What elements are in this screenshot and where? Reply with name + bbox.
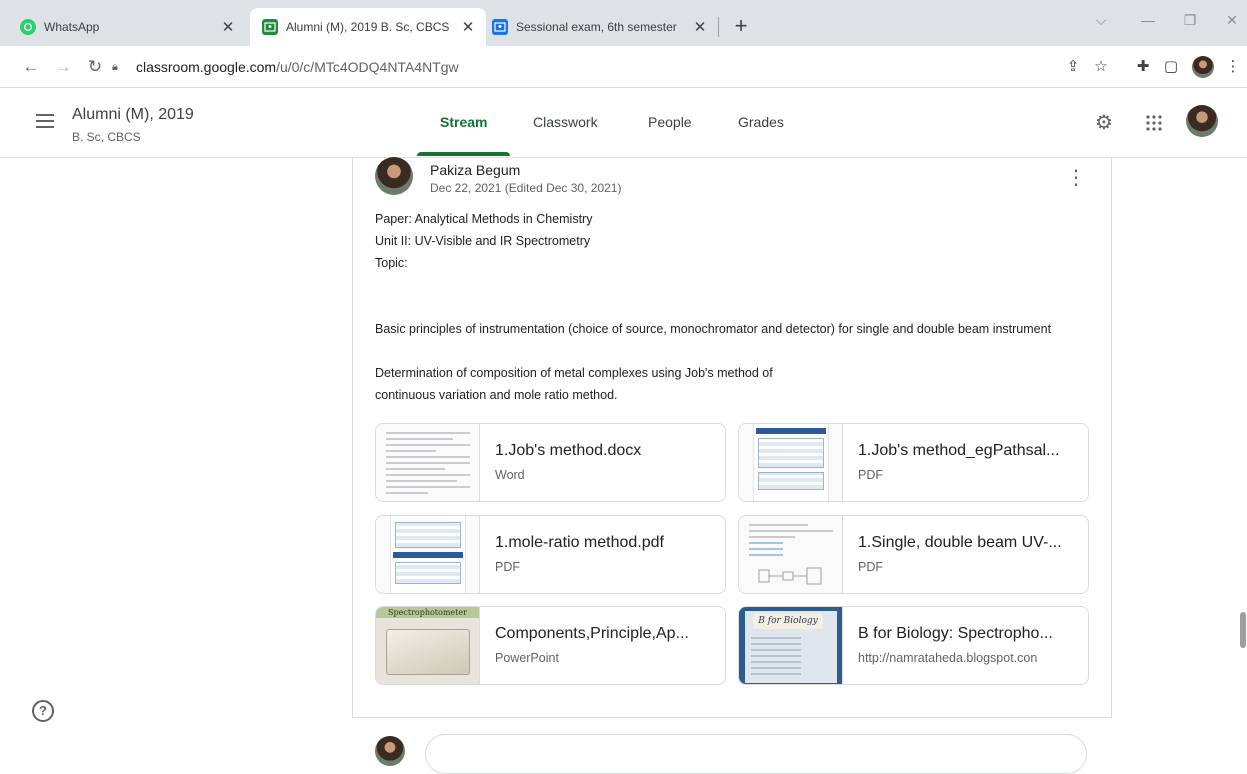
pdf-thumbnail (739, 424, 843, 501)
back-arrow-icon[interactable]: ← (20, 56, 42, 78)
tab-title: Alumni (M), 2019 B. Sc, CBCS (286, 20, 450, 34)
main-menu-icon[interactable] (36, 114, 54, 128)
attachment-type: Word (495, 468, 525, 482)
reload-icon[interactable]: ↻ (84, 56, 106, 78)
post-text-line: Paper: Analytical Methods in Chemistry (375, 212, 593, 226)
attachment-name: 1.mole-ratio method.pdf (495, 534, 664, 551)
attachment-card[interactable]: 1.Job's method.docx Word (375, 423, 726, 502)
restore-icon[interactable]: ❐ (1175, 12, 1205, 29)
tab-grades[interactable]: Grades (738, 114, 784, 130)
browser-tab-sessional[interactable]: Sessional exam, 6th semester ✕ (480, 8, 718, 46)
browser-menu-icon[interactable]: ⋮ (1222, 56, 1244, 78)
attachment-card[interactable]: 1.Job's method_egPathsal... PDF (738, 423, 1089, 502)
webpage-thumbnail: B for Biology (739, 607, 843, 684)
side-panel-icon[interactable]: ▢ (1160, 56, 1182, 78)
close-tab-icon[interactable]: ✕ (216, 18, 240, 36)
post-text-line: continuous variation and mole ratio meth… (375, 388, 618, 402)
classroom-header: Alumni (M), 2019 B. Sc, CBCS Stream Clas… (0, 88, 1247, 158)
whatsapp-icon (20, 19, 36, 35)
tab-classwork[interactable]: Classwork (533, 114, 598, 130)
tab-divider (718, 17, 719, 37)
attachment-card[interactable]: 1.mole-ratio method.pdf PDF (375, 515, 726, 594)
tab-stream[interactable]: Stream (440, 114, 487, 130)
attachment-name: 1.Job's method.docx (495, 442, 642, 459)
post-text-line: Unit II: UV-Visible and IR Spectrometry (375, 234, 591, 248)
forward-arrow-icon[interactable]: → (52, 56, 74, 78)
tab-search-icon[interactable]: ⌵ (1086, 12, 1116, 29)
google-apps-icon[interactable] (1141, 110, 1167, 136)
browser-toolbar: ← → ↻ 🔒︎ classroom.google.com/u/0/c/MTc4… (0, 46, 1247, 88)
thumbnail-title: Spectrophotometer (388, 608, 467, 617)
post-text-line: Basic principles of instrumentation (cho… (375, 322, 1052, 336)
post-date: Dec 22, 2021 (Edited Dec 30, 2021) (430, 181, 622, 195)
address-bar[interactable]: 🔒︎ classroom.google.com/u/0/c/MTc4ODQ4NT… (112, 53, 1057, 81)
attachment-name: 1.Job's method_egPathsal... (858, 442, 1060, 459)
attachment-type: PDF (495, 560, 520, 574)
class-settings-gear-icon[interactable]: ⚙ (1091, 110, 1117, 136)
url-path: /u/0/c/MTc4ODQ4NTA4NTgw (276, 59, 459, 75)
help-icon[interactable]: ? (32, 700, 54, 722)
attachment-link: http://namrataheda.blogspot.con (858, 651, 1038, 665)
author-avatar (375, 157, 413, 195)
pdf-thumbnail (376, 516, 480, 593)
comment-input[interactable] (425, 734, 1087, 774)
commenter-avatar (375, 736, 405, 766)
new-tab-button[interactable]: + (727, 12, 755, 40)
powerpoint-thumbnail: Spectrophotometer (376, 607, 480, 684)
post-author: Pakiza Begum (430, 162, 521, 178)
tab-title: WhatsApp (44, 20, 100, 34)
word-document-thumbnail (376, 424, 480, 501)
browser-tab-whatsapp[interactable]: WhatsApp ✕ (8, 8, 246, 46)
attachment-name: B for Biology: Spectropho... (858, 625, 1053, 642)
share-icon[interactable]: ⇪ (1062, 56, 1084, 78)
post-options-icon[interactable]: ⋮ (1066, 166, 1086, 190)
classroom-icon (262, 19, 278, 35)
lock-icon: 🔒︎ (112, 60, 118, 73)
attachment-type: PDF (858, 560, 883, 574)
attachment-name: 1.Single, double beam UV-... (858, 534, 1062, 551)
attachment-type: PDF (858, 468, 883, 482)
account-avatar[interactable] (1186, 105, 1218, 137)
classroom-icon (492, 19, 508, 35)
attachment-card[interactable]: B for Biology B for Biology: Spectropho.… (738, 606, 1089, 685)
post-text-line: Topic: (375, 256, 408, 270)
profile-avatar[interactable] (1192, 56, 1214, 78)
url-host: classroom.google.com (136, 59, 277, 75)
attachment-card[interactable]: 1.Single, double beam UV-... PDF (738, 515, 1089, 594)
tab-people[interactable]: People (648, 114, 692, 130)
extensions-icon[interactable]: ✚ (1132, 56, 1154, 78)
attachment-type: PowerPoint (495, 651, 559, 665)
post-text-line: Determination of composition of metal co… (375, 366, 773, 380)
thumbnail-title: B for Biology (753, 613, 823, 629)
attachment-card[interactable]: Spectrophotometer Components,Principle,A… (375, 606, 726, 685)
class-name[interactable]: Alumni (M), 2019 (72, 106, 194, 124)
page-scrollbar[interactable] (1240, 612, 1246, 648)
tab-title: Sessional exam, 6th semester (516, 20, 677, 34)
class-section: B. Sc, CBCS (72, 130, 141, 144)
bookmark-star-icon[interactable]: ☆ (1090, 56, 1112, 78)
pdf-thumbnail (739, 516, 843, 593)
attachment-name: Components,Principle,Ap... (495, 625, 689, 642)
active-tab-indicator (417, 152, 510, 156)
close-tab-icon[interactable]: ✕ (688, 18, 712, 36)
minimize-icon[interactable]: — (1133, 12, 1163, 28)
browser-tab-strip: WhatsApp ✕ Alumni (M), 2019 B. Sc, CBCS … (0, 0, 1247, 46)
close-tab-icon[interactable]: ✕ (456, 18, 480, 36)
browser-tab-alumni[interactable]: Alumni (M), 2019 B. Sc, CBCS ✕ (250, 8, 486, 46)
close-window-icon[interactable]: ✕ (1217, 12, 1247, 29)
